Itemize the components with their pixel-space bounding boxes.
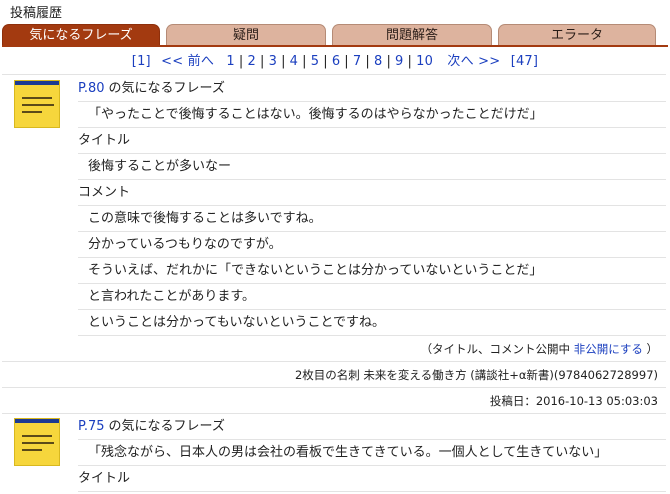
pager-page[interactable]: 8 (374, 54, 382, 69)
pager-first[interactable]: [1] (132, 54, 151, 69)
title-value: 後悔することが多いなー (78, 154, 666, 180)
phrase-heading: P.75 の気になるフレーズ (78, 414, 666, 440)
divider (2, 74, 666, 75)
tab-errata[interactable]: エラータ (498, 24, 656, 45)
phrase-heading: P.80 の気になるフレーズ (78, 76, 666, 102)
section-title: 投稿履歴 (10, 6, 63, 21)
tab-questions[interactable]: 疑問 (166, 24, 326, 45)
title-label: タイトル (78, 466, 666, 492)
pager-page[interactable]: 4 (290, 54, 298, 69)
comment-label: コメント (78, 180, 666, 206)
visibility-text: （タイトル、コメント公開中 (420, 342, 571, 356)
comment-line: ということは分かってもいないということですね。 (78, 310, 666, 336)
pager-page[interactable]: 9 (395, 54, 403, 69)
book-cover-thumbnail[interactable] (14, 80, 60, 128)
pager-page[interactable]: 1 (226, 54, 234, 69)
pagination: [1] << 前へ 1 | 2 | 3 | 4 | 5 | 6 | 7 | 8 | 9 | 10 次へ >> [47… (131, 54, 539, 69)
pager-page[interactable]: 10 (416, 54, 433, 69)
pager-next[interactable]: 次へ >> (447, 54, 500, 69)
book-info: 2枚目の名刺 未来を変える働き方 (講談社+α新書)(9784062728997… (2, 362, 666, 388)
pager-page[interactable]: 5 (311, 54, 319, 69)
pager-last[interactable]: [47] (511, 54, 539, 69)
phrase-quote: 「残念ながら、日本人の男は会社の看板で生きてきている。一個人として生きていない」 (78, 440, 666, 466)
pager-page[interactable]: 3 (269, 54, 277, 69)
comment-line: この意味で後悔することは多いですね。 (78, 206, 666, 232)
posted-date: 投稿日：2016-10-13 05:03:03 (2, 388, 666, 414)
book-cover-thumbnail[interactable] (14, 418, 60, 466)
page-ref-link[interactable]: P.80 (78, 81, 105, 96)
pager-page[interactable]: 6 (332, 54, 340, 69)
visibility-close: ） (646, 342, 659, 356)
tab-underline (2, 45, 668, 47)
comment-line: と言われたことがあります。 (78, 284, 666, 310)
comment-line: 分かっているつもりなのですが。 (78, 232, 666, 258)
pager-page[interactable]: 7 (353, 54, 361, 69)
page-ref-link[interactable]: P.75 (78, 419, 105, 434)
phrase-heading-text: の気になるフレーズ (108, 81, 225, 96)
pager-prev[interactable]: << 前へ (161, 54, 214, 69)
tab-bar: 気になるフレーズ 疑問 問題解答 エラータ (2, 24, 666, 46)
tab-problem-answers[interactable]: 問題解答 (332, 24, 492, 45)
phrase-heading-text: の気になるフレーズ (108, 419, 225, 434)
phrase-quote: 「やったことで後悔することはない。後悔するのはやらなかったことだけだ」 (78, 102, 666, 128)
comment-line: そういえば、だれかに「できないということは分かっていないということだ」 (78, 258, 666, 284)
pager-page[interactable]: 2 (248, 54, 256, 69)
make-private-link[interactable]: 非公開にする (574, 342, 643, 356)
title-label: タイトル (78, 128, 666, 154)
tab-favorite-phrases[interactable]: 気になるフレーズ (2, 24, 160, 45)
visibility-status: （タイトル、コメント公開中 非公開にする ） (2, 336, 666, 362)
